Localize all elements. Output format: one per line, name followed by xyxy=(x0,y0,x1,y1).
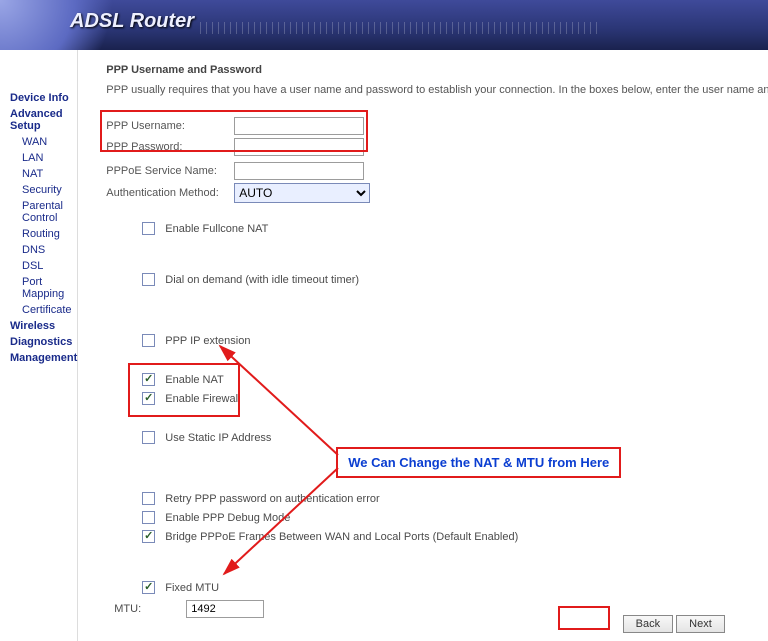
ppp-password-input[interactable] xyxy=(234,138,364,156)
sidebar-item-port-mapping[interactable]: Port Mapping xyxy=(10,274,77,302)
content-area: PPP Username and Password PPP usually re… xyxy=(78,50,768,641)
sidebar-nav: Device Info Advanced Setup WAN LAN NAT S… xyxy=(0,50,78,641)
dial-on-demand-checkbox[interactable] xyxy=(142,273,155,286)
retry-ppp-label: Retry PPP password on authentication err… xyxy=(165,493,379,505)
ppp-debug-checkbox[interactable] xyxy=(142,511,155,524)
sidebar-item-advanced-setup[interactable]: Advanced Setup xyxy=(10,106,77,134)
static-ip-checkbox[interactable] xyxy=(142,431,155,444)
ppp-username-input[interactable] xyxy=(234,117,364,135)
enable-nat-checkbox[interactable] xyxy=(142,373,155,386)
ppp-debug-label: Enable PPP Debug Mode xyxy=(165,512,290,524)
ppp-ip-extension-label: PPP IP extension xyxy=(165,335,250,347)
fixed-mtu-label: Fixed MTU xyxy=(165,582,219,594)
fixed-mtu-checkbox[interactable] xyxy=(142,581,155,594)
mtu-label: MTU: xyxy=(114,603,186,615)
ppp-password-label: PPP Password: xyxy=(106,141,234,153)
pppoe-service-input[interactable] xyxy=(234,162,364,180)
page-description: PPP usually requires that you have a use… xyxy=(106,84,768,96)
enable-firewall-checkbox[interactable] xyxy=(142,392,155,405)
auth-method-label: Authentication Method: xyxy=(106,187,234,199)
ppp-username-label: PPP Username: xyxy=(106,120,234,132)
sidebar-item-diagnostics[interactable]: Diagnostics xyxy=(10,334,77,350)
next-button[interactable]: Next xyxy=(676,615,725,633)
retry-ppp-checkbox[interactable] xyxy=(142,492,155,505)
sidebar-item-nat[interactable]: NAT xyxy=(10,166,77,182)
sidebar-item-security[interactable]: Security xyxy=(10,182,77,198)
sidebar-item-management[interactable]: Management xyxy=(10,350,77,366)
banner-graphic-dots xyxy=(200,22,600,34)
banner-title: ADSL Router xyxy=(70,10,194,33)
fullcone-nat-label: Enable Fullcone NAT xyxy=(165,223,268,235)
sidebar-item-device-info[interactable]: Device Info xyxy=(10,90,77,106)
auth-method-select[interactable]: AUTO xyxy=(234,183,370,203)
page-title: PPP Username and Password xyxy=(106,64,768,76)
enable-nat-label: Enable NAT xyxy=(165,374,224,386)
annotation-highlight-nat xyxy=(128,363,240,417)
sidebar-item-wireless[interactable]: Wireless xyxy=(10,318,77,334)
fullcone-nat-checkbox[interactable] xyxy=(142,222,155,235)
bridge-pppoe-label: Bridge PPPoE Frames Between WAN and Loca… xyxy=(165,531,518,543)
back-button[interactable]: Back xyxy=(623,615,673,633)
dial-on-demand-label: Dial on demand (with idle timeout timer) xyxy=(165,274,359,286)
sidebar-item-routing[interactable]: Routing xyxy=(10,226,77,242)
static-ip-label: Use Static IP Address xyxy=(165,432,271,444)
sidebar-item-certificate[interactable]: Certificate xyxy=(10,302,77,318)
sidebar-item-wan[interactable]: WAN xyxy=(10,134,77,150)
sidebar-item-dsl[interactable]: DSL xyxy=(10,258,77,274)
banner-header: ADSL Router xyxy=(0,0,768,50)
credentials-block: PPP Username: PPP Password: xyxy=(106,114,364,159)
enable-firewall-label: Enable Firewall xyxy=(165,393,240,405)
pppoe-service-label: PPPoE Service Name: xyxy=(106,165,234,177)
sidebar-item-lan[interactable]: LAN xyxy=(10,150,77,166)
sidebar-item-parental-control[interactable]: Parental Control xyxy=(10,198,77,226)
annotation-callout: We Can Change the NAT & MTU from Here xyxy=(336,447,621,478)
ppp-ip-extension-checkbox[interactable] xyxy=(142,334,155,347)
mtu-input[interactable] xyxy=(186,600,264,618)
bridge-pppoe-checkbox[interactable] xyxy=(142,530,155,543)
sidebar-item-dns[interactable]: DNS xyxy=(10,242,77,258)
